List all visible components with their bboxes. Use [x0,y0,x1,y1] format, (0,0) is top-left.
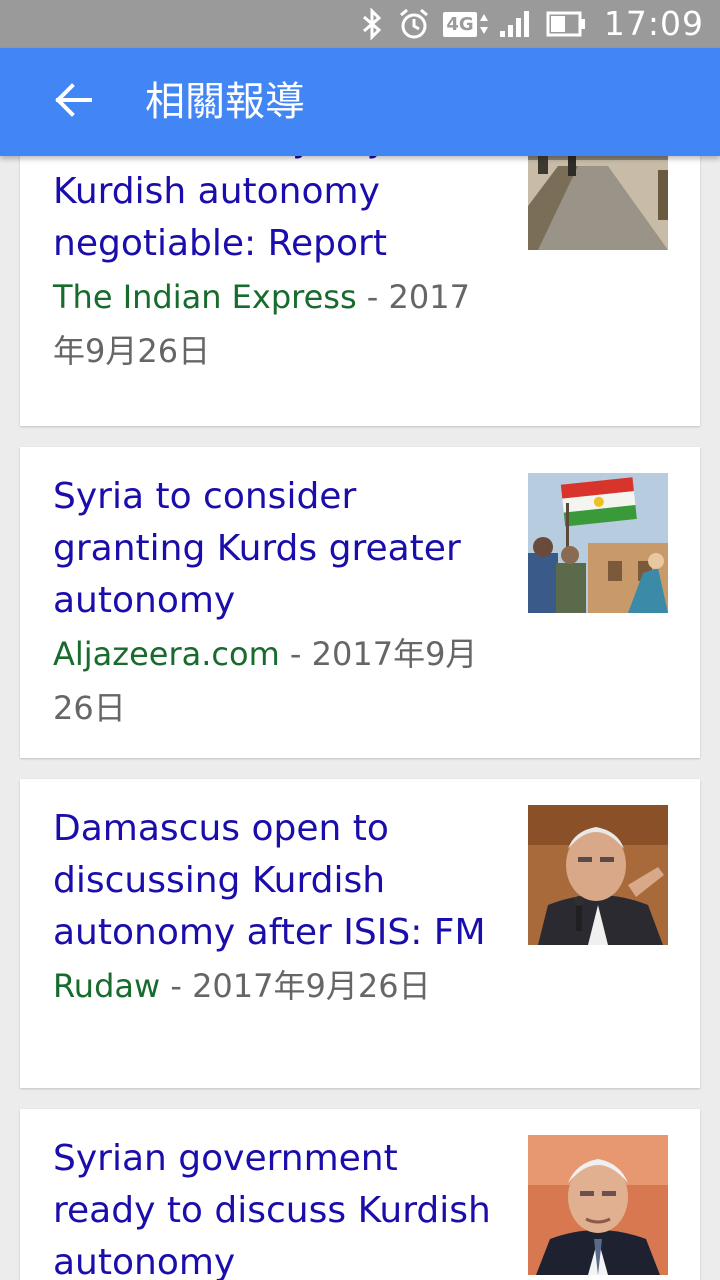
article-date: 2017年9月26日 [192,967,431,1005]
article-source: Aljazeera.com [53,635,280,673]
status-bar: 4G 17:09 [0,0,720,48]
article-card[interactable]: Syria to consider granting Kurds greater… [20,447,700,758]
meta-separator: - [279,635,312,673]
article-headline[interactable]: Damascus open to discussing Kurdish auto… [53,803,493,959]
network-label: 4G [443,11,477,37]
back-button[interactable] [40,68,108,136]
page-title: 相關報導 [145,79,305,125]
article-headline[interactable]: Syria to consider granting Kurds greater… [53,471,493,627]
article-meta: Aljazeera.com - 2017年9月26日 [53,627,493,735]
article-source: The Indian Express [53,278,357,316]
meta-separator: - [160,967,193,1005]
bluetooth-icon [356,0,388,48]
article-list: Damascus says Syrian Kurdish autonomy ne… [0,156,720,1280]
alarm-icon [396,0,432,48]
article-card[interactable]: Damascus open to discussing Kurdish auto… [20,779,700,1088]
article-thumbnail[interactable] [528,1135,668,1275]
article-headline[interactable]: Damascus says Syrian Kurdish autonomy ne… [53,156,493,270]
network-4g-icon: 4G [442,0,490,48]
article-source: Rudaw [53,967,161,1005]
article-meta: Rudaw - 2017年9月26日 [53,959,493,1013]
article-thumbnail[interactable] [528,156,668,266]
arrow-left-icon [54,82,94,122]
signal-icon [496,0,536,48]
article-card[interactable]: Syrian government ready to discuss Kurdi… [20,1109,700,1280]
article-card[interactable]: Damascus says Syrian Kurdish autonomy ne… [20,156,700,426]
battery-icon [544,0,588,48]
article-thumbnail[interactable] [528,805,668,945]
meta-separator: - [356,278,389,316]
app-bar: 相關報導 [0,48,720,156]
status-time: 17:09 [603,4,704,43]
article-thumbnail[interactable] [528,473,668,613]
article-meta: The Indian Express - 2017年9月26日 [53,270,493,378]
article-headline[interactable]: Syrian government ready to discuss Kurdi… [53,1133,493,1280]
